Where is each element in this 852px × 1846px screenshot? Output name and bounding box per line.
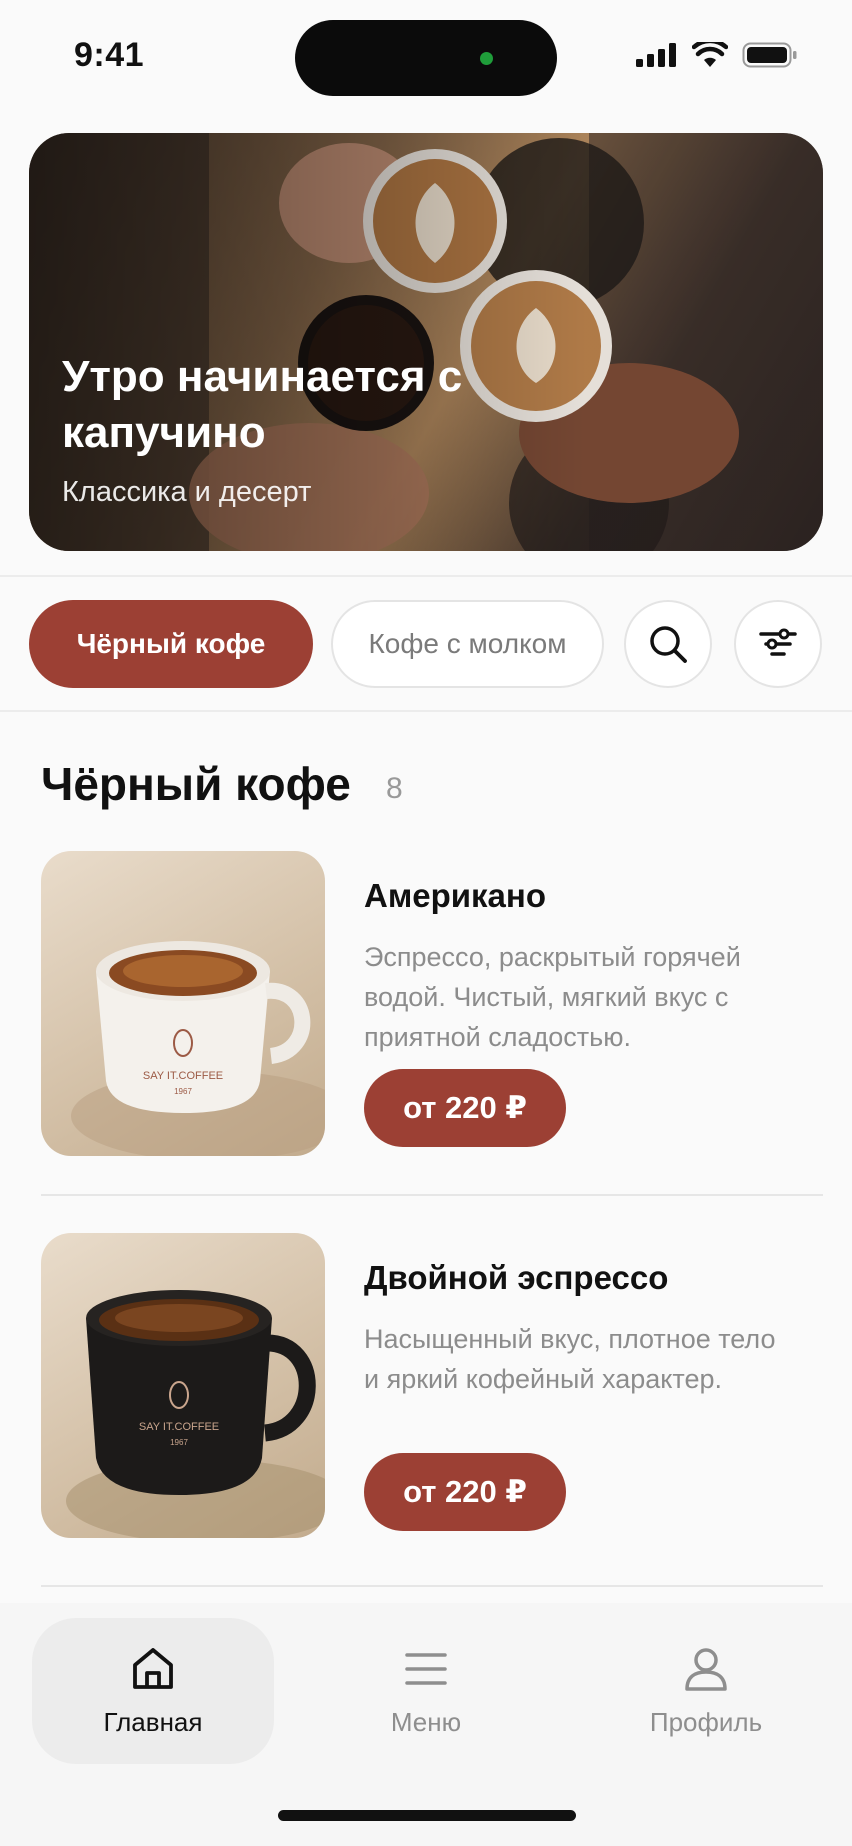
divider	[0, 710, 852, 712]
search-icon	[650, 626, 687, 663]
tab-home[interactable]: Главная	[32, 1618, 274, 1764]
filter-button[interactable]	[734, 600, 822, 688]
battery-icon	[742, 42, 797, 68]
hero-title: Утро начинается с капучино	[62, 352, 463, 457]
divider	[41, 1194, 823, 1196]
wifi-icon	[692, 42, 728, 67]
white-cup-image: SAY IT.COFFEE 1967	[71, 941, 325, 1156]
status-bar: 9:41	[0, 0, 852, 118]
chip-coffee-with-milk[interactable]: Кофе с молком	[331, 600, 604, 688]
section-title: Чёрный кофе	[41, 758, 351, 810]
home-indicator[interactable]	[278, 1810, 576, 1821]
cup-brand-text: SAY IT.COFFEE	[143, 1070, 223, 1082]
search-button[interactable]	[624, 600, 712, 688]
cup-year-text: 1967	[170, 1438, 188, 1447]
chip-black-coffee[interactable]: Чёрный кофе	[29, 600, 313, 688]
tab-profile[interactable]: Профиль	[585, 1618, 827, 1764]
section-count: 8	[386, 772, 403, 805]
home-icon	[133, 1647, 173, 1689]
filter-icon	[759, 628, 797, 656]
cup-year-text: 1967	[174, 1087, 192, 1096]
hero-banner[interactable]: Утро начинается с капучино Классика и де…	[29, 133, 823, 551]
cellular-signal-icon	[636, 43, 676, 67]
price-button[interactable]: от 220 ₽	[364, 1453, 566, 1531]
dynamic-island	[295, 20, 557, 96]
hero-subtitle: Классика и десерт	[62, 476, 312, 508]
product-image: SAY IT.COFFEE 1967	[41, 851, 325, 1156]
cup-brand-text: SAY IT.COFFEE	[139, 1421, 219, 1433]
product-image: SAY IT.COFFEE 1967	[41, 1233, 325, 1538]
camera-indicator-dot	[480, 52, 493, 65]
tab-profile-label: Профиль	[649, 1706, 763, 1737]
tab-home-label: Главная	[103, 1706, 203, 1737]
product-name: Американо	[364, 877, 546, 914]
product-name: Двойной эспрессо	[364, 1259, 669, 1296]
divider	[41, 1585, 823, 1587]
product-description: Эспрессо, раскрытый горячей водой. Чисты…	[364, 942, 741, 1052]
tab-menu-label: Меню	[390, 1706, 462, 1737]
price-button[interactable]: от 220 ₽	[364, 1069, 566, 1147]
tab-menu[interactable]: Меню	[305, 1618, 547, 1764]
menu-icon	[405, 1652, 447, 1685]
status-time: 9:41	[74, 36, 145, 74]
product-description: Насыщенный вкус, плотное тело и яркий ко…	[364, 1324, 776, 1394]
black-cup-image: SAY IT.COFFEE 1967	[66, 1290, 325, 1538]
product-card-americano[interactable]: SAY IT.COFFEE 1967 Американо Эспрессо, р…	[41, 851, 823, 1161]
profile-icon	[685, 1647, 727, 1691]
product-card-double-espresso[interactable]: SAY IT.COFFEE 1967 Двойной эспрессо Насы…	[41, 1233, 823, 1543]
divider	[0, 575, 852, 577]
status-icons	[636, 42, 798, 68]
